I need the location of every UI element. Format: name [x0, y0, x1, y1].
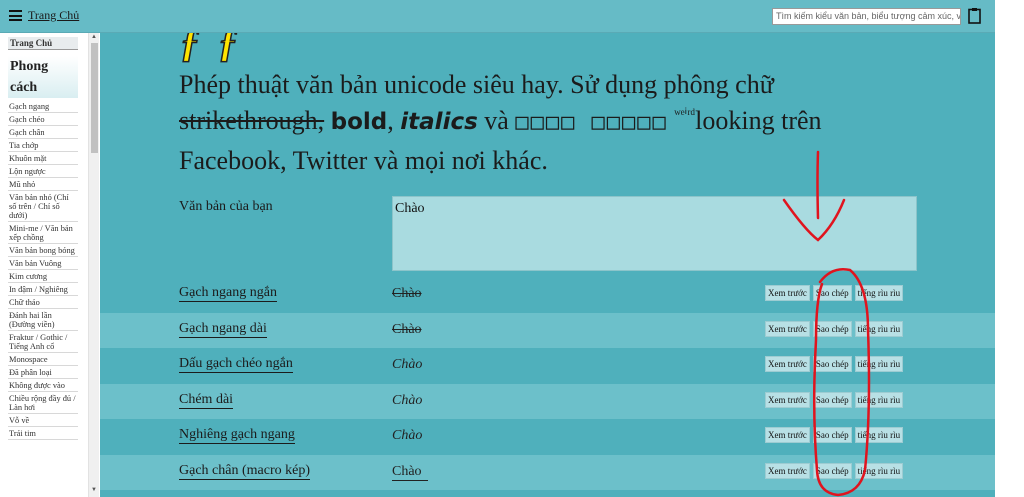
sidebar-scrollbar[interactable]: ▲ ▼ — [88, 33, 99, 497]
preview-button[interactable]: Xem trước — [765, 462, 810, 479]
preview-button[interactable]: Xem trước — [765, 391, 810, 408]
style-name-link[interactable]: Nghiêng gạch ngang — [179, 427, 295, 444]
style-row: Gạch ngang dài Chào Xem trước Sao chép t… — [100, 312, 995, 348]
sidebar-item[interactable]: In đậm / Nghiêng — [8, 283, 78, 296]
preview-button[interactable]: Xem trước — [765, 427, 810, 443]
style-row: Chém dài Chào Xem trước Sao chép tiếng r… — [100, 383, 995, 419]
intro-text: Phép thuật văn bản unicode siêu hay. Sử … — [179, 67, 919, 179]
style-name-link[interactable]: Gạch chân (macro kép) — [179, 463, 310, 480]
sidebar-item[interactable]: Đánh hai lần (Đường viền) — [8, 309, 78, 331]
preview-button[interactable]: Xem trước — [765, 320, 810, 337]
sidebar-item[interactable]: Khuôn mặt — [8, 152, 78, 165]
style-row: Gạch chân (macro kép) Chào Xem trước Sao… — [100, 454, 995, 490]
intro-weird: ʷᵉⁱʳᵈ — [674, 107, 696, 123]
intro-italic: italics — [400, 109, 478, 135]
style-name-link[interactable]: Gạch ngang dài — [179, 321, 267, 338]
style-output: Chào — [392, 464, 428, 481]
weird-button[interactable]: tiếng rìu rìu — [854, 427, 904, 443]
intro-bold: bold — [330, 109, 388, 135]
scroll-down-icon[interactable]: ▼ — [91, 487, 97, 493]
weird-button[interactable]: tiếng rìu rìu — [854, 320, 904, 337]
sidebar-item[interactable]: Chữ thảo — [8, 296, 78, 309]
style-output: Chào — [392, 357, 423, 372]
intro-part: Phép thuật văn bản unicode siêu hay. Sử … — [179, 70, 774, 99]
weird-button[interactable]: tiếng rìu rìu — [854, 356, 904, 372]
text-input[interactable]: Chào — [392, 196, 917, 271]
copy-button[interactable]: Sao chép — [812, 427, 852, 443]
style-output: Chào — [392, 286, 422, 301]
scrollbar-thumb[interactable] — [91, 43, 98, 153]
sidebar-heading: Phong cách — [8, 56, 78, 98]
sidebar-item[interactable]: Văn bản Vuông — [8, 257, 78, 270]
top-bar: Trang Chủ Tìm kiếm kiểu văn bản, biểu tư… — [0, 0, 995, 33]
sidebar-item[interactable]: Gạch chéo — [8, 113, 78, 126]
preview-button[interactable]: Xem trước — [765, 356, 810, 372]
preview-button[interactable]: Xem trước — [765, 285, 810, 301]
style-output: Chào — [392, 428, 423, 443]
intro-and: và — [477, 106, 516, 135]
home-link[interactable]: Trang Chủ — [28, 8, 79, 23]
weird-button[interactable]: tiếng rìu rìu — [854, 391, 904, 408]
style-rows: Gạch ngang ngắn Chào Xem trước Sao chép … — [100, 277, 995, 490]
sidebar-item[interactable]: Tia chớp — [8, 139, 78, 152]
intro-strike: strikethrough, — [179, 106, 325, 135]
copy-button[interactable]: Sao chép — [812, 356, 852, 372]
sidebar-item[interactable]: Trái tim — [8, 427, 78, 440]
sidebar-item[interactable]: Không được vào — [8, 379, 78, 392]
sidebar-home-link[interactable]: Trang Chủ — [8, 37, 78, 50]
search-input[interactable]: Tìm kiếm kiểu văn bản, biểu tượng cảm xú… — [772, 8, 961, 25]
sidebar-item[interactable]: Vỗ về — [8, 414, 78, 427]
style-name-link[interactable]: Gạch ngang ngắn — [179, 285, 277, 302]
sidebar-item[interactable]: Văn bản nhỏ (Chỉ số trên / Chỉ số dưới) — [8, 191, 78, 222]
sidebar-item[interactable]: Kim cương — [8, 270, 78, 283]
style-name-link[interactable]: Dấu gạch chéo ngắn — [179, 356, 293, 373]
copy-button[interactable]: Sao chép — [812, 462, 852, 479]
style-output: Chào — [392, 392, 423, 408]
sidebar-item[interactable]: Monospace — [8, 353, 78, 366]
style-row: Nghiêng gạch ngang Chào Xem trước Sao ch… — [100, 419, 995, 455]
style-row: Dấu gạch chéo ngắn Chào Xem trước Sao ch… — [100, 348, 995, 384]
input-label: Văn bản của bạn — [179, 199, 273, 214]
style-name-link[interactable]: Chém dài — [179, 392, 234, 409]
copy-button[interactable]: Sao chép — [812, 391, 852, 408]
sidebar-item[interactable]: Mũ nhỏ — [8, 178, 78, 191]
sidebar: Trang Chủ Phong cách Gạch ngang Gạch ché… — [0, 33, 100, 497]
weird-button[interactable]: tiếng rìu rìu — [854, 462, 904, 479]
sidebar-item[interactable]: Lộn ngược — [8, 165, 78, 178]
sidebar-item[interactable]: Gạch ngang — [8, 100, 78, 113]
copy-button[interactable]: Sao chép — [812, 320, 852, 337]
menu-icon[interactable] — [9, 10, 22, 21]
intro-boxes: □□□□ □□□□□ — [515, 110, 668, 135]
sidebar-item[interactable]: Văn bản bong bóng — [8, 244, 78, 257]
sidebar-list: Trang Chủ Phong cách Gạch ngang Gạch ché… — [0, 33, 87, 497]
scroll-up-icon[interactable]: ▲ — [91, 34, 97, 40]
style-row: Gạch ngang ngắn Chào Xem trước Sao chép … — [100, 277, 995, 313]
main-content: ƒƒ Phép thuật văn bản unicode siêu hay. … — [100, 33, 995, 497]
clipboard-icon[interactable] — [968, 7, 981, 24]
decorative-title-fragment: ƒƒ — [179, 33, 256, 66]
sidebar-item[interactable]: Đã phân loại — [8, 366, 78, 379]
sidebar-item[interactable]: Fraktur / Gothic / Tiếng Anh cổ — [8, 331, 78, 353]
sidebar-item[interactable]: Gạch chân — [8, 126, 78, 139]
sidebar-item[interactable]: Chiều rộng đầy đủ / Làn hơi — [8, 392, 78, 414]
weird-button[interactable]: tiếng rìu rìu — [854, 285, 904, 301]
style-output: Chào — [392, 321, 422, 337]
intro-comma: , — [387, 106, 401, 135]
copy-button[interactable]: Sao chép — [812, 285, 852, 301]
sidebar-item[interactable]: Mini-me / Văn bản xếp chồng — [8, 222, 78, 244]
